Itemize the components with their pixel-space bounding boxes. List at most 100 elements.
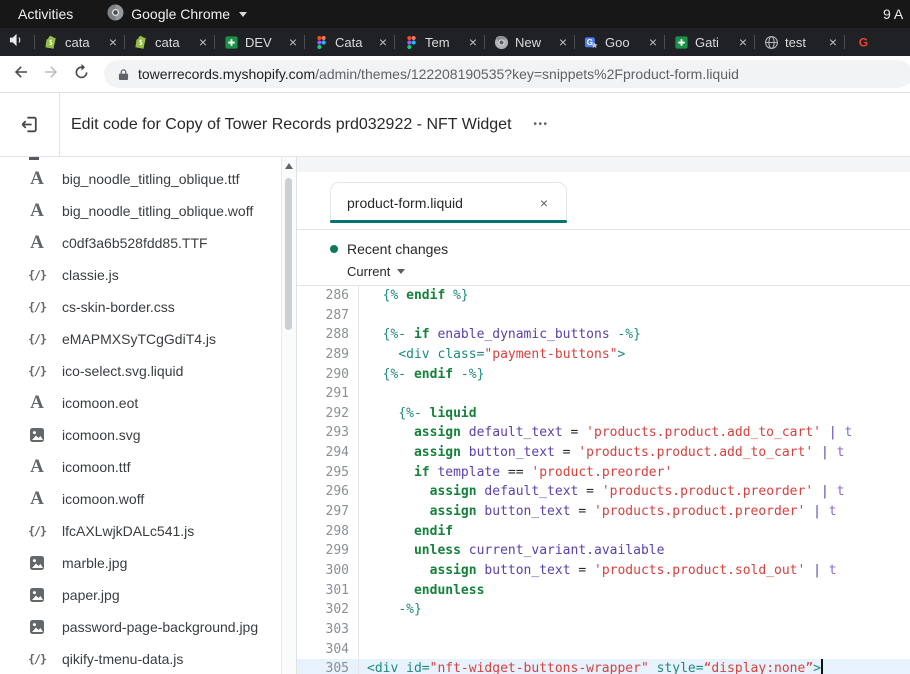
code-text[interactable]: assign button_text = 'products.product.a… (359, 443, 910, 463)
tab-close-icon[interactable]: × (376, 34, 390, 50)
file-item[interactable]: Aicomoon.woff (0, 483, 296, 515)
code-file-icon: {/} (27, 332, 47, 346)
code-text[interactable]: {%- liquid (359, 404, 910, 424)
code-text[interactable]: -%} (359, 600, 910, 620)
address-bar[interactable]: towerrecords.myshopify.com/admin/themes/… (104, 60, 910, 88)
code-text[interactable]: endif (359, 522, 910, 542)
sidebar-scrollbar[interactable] (281, 157, 296, 674)
code-area[interactable]: 286 {% endif %}287288 {%- if enable_dyna… (297, 286, 910, 674)
file-name: cs-skin-border.css (62, 299, 175, 315)
reload-button[interactable] (66, 59, 96, 89)
code-line[interactable]: 301 endunless (297, 581, 910, 601)
code-text[interactable]: if template == 'product.preorder' (359, 463, 910, 483)
code-line[interactable]: 298 endif (297, 522, 910, 542)
code-line[interactable]: 303 (297, 620, 910, 640)
forward-button[interactable] (36, 59, 66, 89)
code-line[interactable]: 287 (297, 306, 910, 326)
global-media-controls-button[interactable] (0, 28, 34, 56)
code-text[interactable]: endunless (359, 581, 910, 601)
back-button[interactable] (6, 59, 36, 89)
shopify-icon (134, 35, 149, 50)
editor-tab-product-form[interactable]: product-form.liquid × (330, 182, 567, 223)
tab-close-icon[interactable]: × (826, 34, 840, 50)
code-text[interactable] (359, 620, 910, 640)
code-line[interactable]: 294 assign button_text = 'products.produ… (297, 443, 910, 463)
browser-tab[interactable]: GGoo× (575, 28, 665, 56)
code-text[interactable]: assign button_text = 'products.product.p… (359, 502, 910, 522)
browser-tab[interactable]: Cata× (305, 28, 395, 56)
tab-close-icon[interactable]: × (646, 34, 660, 50)
line-number: 290 (297, 365, 359, 385)
code-text[interactable]: assign button_text = 'products.product.s… (359, 561, 910, 581)
file-item[interactable]: Ac0df3a6b528fdd85.TTF (0, 227, 296, 259)
code-line[interactable]: 292 {%- liquid (297, 404, 910, 424)
tab-close-icon[interactable]: × (196, 34, 210, 50)
clock[interactable]: 9 A (883, 6, 903, 22)
browser-tab[interactable]: cata× (125, 28, 215, 56)
code-text[interactable]: {%- if enable_dynamic_buttons -%} (359, 325, 910, 345)
code-line[interactable]: 293 assign default_text = 'products.prod… (297, 423, 910, 443)
file-item[interactable]: Abig_noodle_titling_oblique.ttf (0, 163, 296, 195)
file-item[interactable]: {/}qikify-tmenu-data.js (0, 643, 296, 674)
code-text[interactable]: {%- endif -%} (359, 365, 910, 385)
code-line[interactable]: 302 -%} (297, 600, 910, 620)
tab-close-icon[interactable]: × (736, 34, 750, 50)
file-item[interactable]: marble.jpg (0, 547, 296, 579)
file-item[interactable]: Abig_noodle_titling_oblique.woff (0, 195, 296, 227)
browser-tab-label: test (785, 35, 820, 50)
code-text[interactable]: assign default_text = 'products.product.… (359, 482, 910, 502)
code-text[interactable] (359, 384, 910, 404)
file-name: c0df3a6b528fdd85.TTF (62, 235, 208, 251)
code-line[interactable]: 299 unless current_variant.available (297, 541, 910, 561)
code-line[interactable]: 286 {% endif %} (297, 286, 910, 306)
version-dropdown[interactable]: Current (347, 264, 910, 279)
browser-tab[interactable]: cata× (35, 28, 125, 56)
file-item[interactable]: password-page-background.jpg (0, 611, 296, 643)
tab-close-icon[interactable]: × (466, 34, 480, 50)
code-text[interactable]: {% endif %} (359, 286, 910, 306)
code-line[interactable]: 291 (297, 384, 910, 404)
scrollbar-thumb[interactable] (285, 178, 292, 330)
browser-tab[interactable]: New× (485, 28, 575, 56)
activities-button[interactable]: Activities (12, 6, 79, 22)
code-line[interactable]: 288 {%- if enable_dynamic_buttons -%} (297, 325, 910, 345)
code-line[interactable]: 290 {%- endif -%} (297, 365, 910, 385)
file-item[interactable]: Aicomoon.eot (0, 387, 296, 419)
code-text[interactable]: <div id="nft-widget-buttons-wrapper" sty… (359, 659, 910, 674)
code-line[interactable]: 289 <div class="payment-buttons"> (297, 345, 910, 365)
file-item[interactable]: Aicomoon.ttf (0, 451, 296, 483)
code-text[interactable] (359, 640, 910, 660)
code-line[interactable]: 305<div id="nft-widget-buttons-wrapper" … (297, 659, 910, 674)
file-item[interactable]: {/} cs-skin-border.css (0, 291, 296, 323)
code-line[interactable]: 300 assign button_text = 'products.produ… (297, 561, 910, 581)
tab-close-icon[interactable]: × (556, 34, 570, 50)
browser-tab[interactable]: Gati× (665, 28, 755, 56)
browser-tab[interactable]: G (845, 28, 893, 56)
file-item[interactable]: {/}eMAPMXSyTCgGdiT4.js (0, 323, 296, 355)
more-actions-button[interactable]: ••• (529, 115, 554, 134)
code-file-icon: {/} (27, 300, 47, 314)
tab-close-icon[interactable]: × (106, 34, 120, 50)
tab-close-icon[interactable]: × (286, 34, 300, 50)
browser-tab[interactable]: test × (755, 28, 845, 56)
app-menu[interactable]: Google Chrome (107, 4, 247, 24)
editor-tab-close-icon[interactable]: × (538, 195, 550, 211)
code-text[interactable]: assign default_text = 'products.product.… (359, 423, 910, 443)
file-item[interactable]: paper.jpg (0, 579, 296, 611)
browser-tab[interactable]: DEV× (215, 28, 305, 56)
file-item[interactable]: {/}ico-select.svg.liquid (0, 355, 296, 387)
file-item[interactable]: icomoon.svg (0, 419, 296, 451)
browser-tab[interactable]: Tem× (395, 28, 485, 56)
scroll-up-arrow-icon[interactable] (285, 163, 293, 169)
code-text[interactable] (359, 306, 910, 326)
code-text[interactable]: <div class="payment-buttons"> (359, 345, 910, 365)
code-line[interactable]: 304 (297, 640, 910, 660)
code-line[interactable]: 296 assign default_text = 'products.prod… (297, 482, 910, 502)
file-item[interactable]: {/}classie.js (0, 259, 296, 291)
exit-code-editor-button[interactable] (0, 93, 60, 156)
file-item[interactable]: {/}lfcAXLwjkDALc541.js (0, 515, 296, 547)
code-line[interactable]: 295 if template == 'product.preorder' (297, 463, 910, 483)
code-line[interactable]: 297 assign button_text = 'products.produ… (297, 502, 910, 522)
globe-icon (764, 35, 779, 50)
code-text[interactable]: unless current_variant.available (359, 541, 910, 561)
